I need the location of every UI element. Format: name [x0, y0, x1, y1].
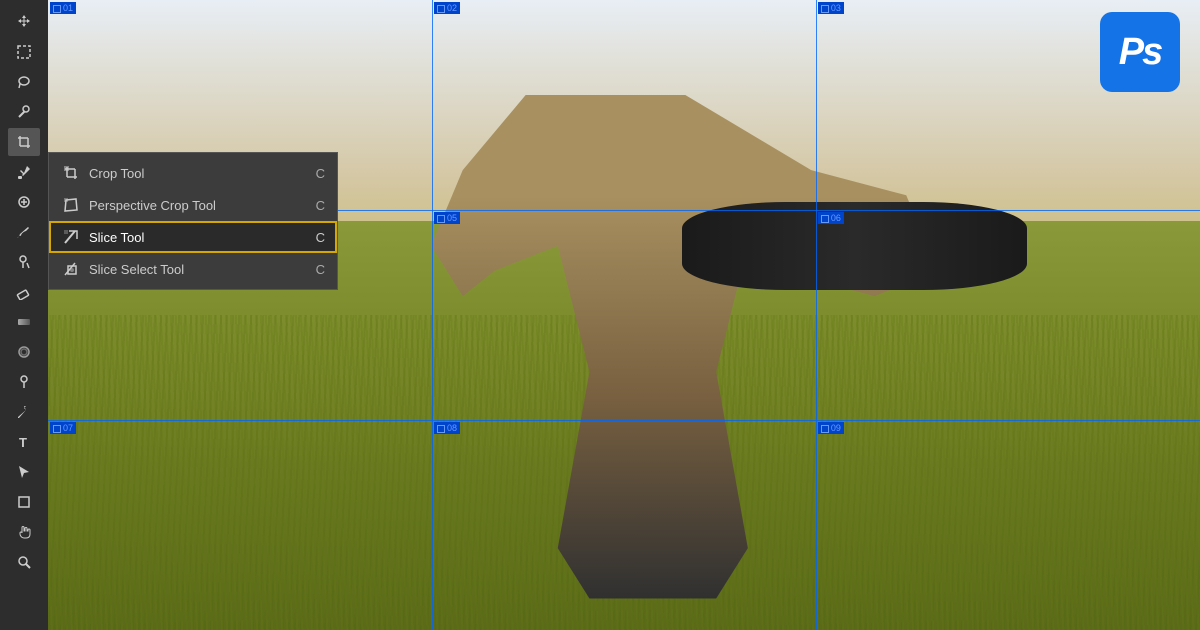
path-selection-tool[interactable]: [8, 458, 40, 486]
tool-dropdown-menu: Crop Tool C Perspective Crop Tool C Slic…: [48, 152, 338, 290]
quick-selection-tool[interactable]: [8, 98, 40, 126]
crop-tool-label: Crop Tool: [89, 166, 144, 181]
dropdown-item-crop[interactable]: Crop Tool C: [49, 157, 337, 189]
blur-icon: [16, 344, 32, 360]
perspective-crop-menu-icon: [61, 195, 81, 215]
pen-icon: [16, 404, 32, 420]
clone-icon: [16, 254, 32, 270]
type-icon: T: [16, 434, 32, 450]
brush-tool[interactable]: [8, 218, 40, 246]
dodge-tool[interactable]: [8, 368, 40, 396]
slice-tool-menu-icon: [61, 227, 81, 247]
slice-select-shortcut: C: [316, 262, 325, 277]
crop-tool-btn[interactable]: [8, 128, 40, 156]
crop-tool-shortcut: C: [316, 166, 325, 181]
crop-icon: [16, 134, 32, 150]
camera-lens: [682, 202, 1028, 290]
healing-icon: [16, 194, 32, 210]
path-select-icon: [16, 464, 32, 480]
lasso-tool[interactable]: [8, 68, 40, 96]
zoom-tool[interactable]: [8, 548, 40, 576]
eraser-tool[interactable]: [8, 278, 40, 306]
photo-scene: 01 02 03 04 05 06 07 08: [48, 0, 1200, 630]
perspective-crop-shortcut: C: [316, 198, 325, 213]
slice-select-label: Slice Select Tool: [89, 262, 184, 277]
perspective-crop-label: Perspective Crop Tool: [89, 198, 216, 213]
move-tool[interactable]: [8, 8, 40, 36]
toolbar: T: [0, 0, 48, 630]
hand-tool[interactable]: [8, 518, 40, 546]
dropdown-item-perspective-crop[interactable]: Perspective Crop Tool C: [49, 189, 337, 221]
blur-tool[interactable]: [8, 338, 40, 366]
slice-select-menu-icon: [61, 259, 81, 279]
brush-icon: [16, 224, 32, 240]
eyedropper-tool[interactable]: [8, 158, 40, 186]
gradient-tool[interactable]: [8, 308, 40, 336]
slice-tool-shortcut: C: [316, 230, 325, 245]
slice-tool-label: Slice Tool: [89, 230, 144, 245]
shape-icon: [16, 494, 32, 510]
eyedropper-icon: [16, 164, 32, 180]
ps-logo: Ps: [1100, 12, 1180, 92]
healing-brush-tool[interactable]: [8, 188, 40, 216]
eraser-icon: [16, 284, 32, 300]
pen-tool[interactable]: [8, 398, 40, 426]
move-icon: [16, 14, 32, 30]
crop-menu-icon: [61, 163, 81, 183]
canvas-area: 01 02 03 04 05 06 07 08: [48, 0, 1200, 630]
clone-stamp-tool[interactable]: [8, 248, 40, 276]
marquee-tool[interactable]: [8, 38, 40, 66]
dropdown-item-slice-select[interactable]: Slice Select Tool C: [49, 253, 337, 285]
wand-icon: [16, 104, 32, 120]
svg-text:T: T: [19, 435, 27, 450]
gradient-icon: [16, 314, 32, 330]
ps-logo-text: Ps: [1119, 31, 1161, 74]
shape-tool[interactable]: [8, 488, 40, 516]
dropdown-item-slice-tool[interactable]: Slice Tool C: [49, 221, 337, 253]
marquee-icon: [16, 44, 32, 60]
type-tool[interactable]: T: [8, 428, 40, 456]
lasso-icon: [16, 74, 32, 90]
dodge-icon: [16, 374, 32, 390]
hand-icon: [16, 524, 32, 540]
zoom-icon: [16, 554, 32, 570]
